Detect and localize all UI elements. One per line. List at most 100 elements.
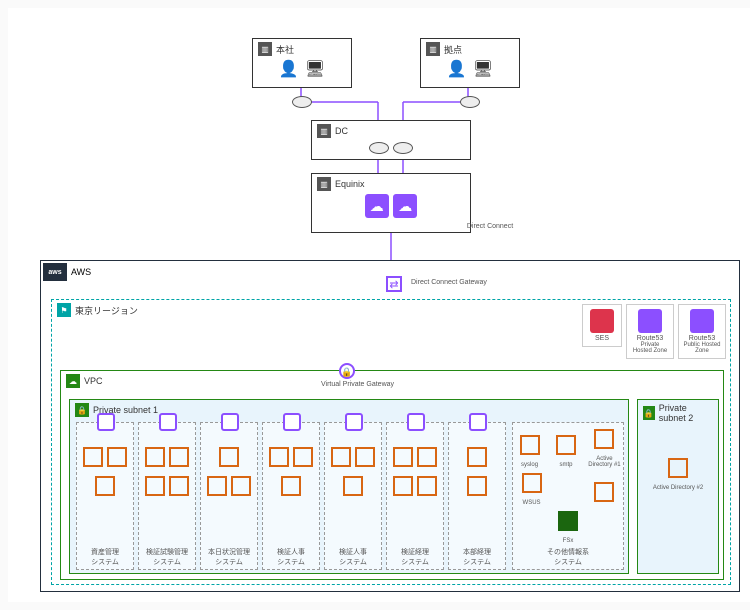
- infra-label: syslog: [514, 462, 546, 468]
- ec2-icon: [343, 476, 363, 496]
- aws-cloud-box: aws AWS ⇄ Direct Connect Gateway ⚑ 東京リージョン…: [40, 260, 740, 592]
- ec2-icon: [467, 476, 487, 496]
- system-group-4: 検証人事 システム: [262, 422, 320, 570]
- ec2-icon: [594, 429, 614, 449]
- private-subnet-2: 🔒 Private subnet 2 Active Directory #2: [637, 399, 719, 574]
- ec2-icon: [95, 476, 115, 496]
- r53-label: Route53: [631, 335, 669, 342]
- system-group-7: 本部経理 システム: [448, 422, 506, 570]
- infra-label: WSUS: [516, 500, 548, 506]
- region-box: ⚑東京リージョン SES Route53Private Hosted Zone …: [51, 299, 731, 585]
- ec2-icon: [594, 482, 614, 502]
- infra-label: Active Directory #2: [638, 485, 718, 491]
- system-label: その他情報系 システム: [513, 547, 623, 567]
- user-icon: 👤: [279, 59, 299, 79]
- ec2-icon: [417, 476, 437, 496]
- ec2-icon: [331, 447, 351, 467]
- system-label: 資産管理 システム: [77, 547, 133, 567]
- vpc-label: VPC: [84, 376, 103, 386]
- elb-icon: [407, 413, 425, 431]
- subnet-icon: 🔒: [643, 406, 655, 420]
- vgw-label: Virtual Private Gateway: [321, 381, 394, 388]
- ses-label: SES: [587, 335, 617, 342]
- r53-label: Route53: [683, 335, 721, 342]
- infra-label: smtp: [550, 462, 582, 468]
- ec2-icon: [145, 476, 165, 496]
- ses-service: SES: [582, 304, 622, 347]
- router-icon: [369, 142, 389, 154]
- ec2-icon: [107, 447, 127, 467]
- elb-icon: [283, 413, 301, 431]
- route53-private: Route53Private Hosted Zone: [626, 304, 674, 359]
- system-group-2: 検証試験管理 システム: [138, 422, 196, 570]
- infra-label: Active Directory #1: [586, 456, 622, 468]
- region-icon: ⚑: [57, 303, 71, 317]
- system-label: 検証人事 システム: [263, 547, 319, 567]
- router-icon: [460, 96, 480, 108]
- r53-sublabel: Private Hosted Zone: [631, 342, 669, 354]
- building-icon: ▥: [317, 124, 331, 138]
- route53-icon: [638, 309, 662, 333]
- ec2-icon: [145, 447, 165, 467]
- infra-label: FSx: [552, 538, 584, 544]
- dxgw-label: Direct Connect Gateway: [411, 279, 487, 286]
- building-icon: ▥: [317, 177, 331, 191]
- building-icon: ▥: [258, 42, 272, 56]
- elb-icon: [97, 413, 115, 431]
- desktop-icon: 🖥: [305, 59, 325, 79]
- ec2-icon: [231, 476, 251, 496]
- region-label: 東京リージョン: [75, 304, 138, 317]
- ec2-icon: [393, 476, 413, 496]
- ec2-icon: [269, 447, 289, 467]
- subnet-icon: 🔒: [75, 403, 89, 417]
- router-icon: [393, 142, 413, 154]
- ec2-icon: [169, 447, 189, 467]
- router-icon: [292, 96, 312, 108]
- building-icon: ▥: [426, 42, 440, 56]
- system-group-1: 資産管理 システム: [76, 422, 134, 570]
- ec2-icon: [668, 458, 688, 478]
- vpc-box: ☁ VPC 🔒 Virtual Private Gateway 🔒 Private …: [60, 370, 724, 580]
- fsx-icon: [558, 511, 578, 531]
- system-label: 検証人事 システム: [325, 547, 381, 567]
- dxgw-icon: ⇄: [386, 276, 402, 292]
- ec2-icon: [522, 473, 542, 493]
- ec2-icon: [83, 447, 103, 467]
- hq-label: 本社: [276, 43, 294, 56]
- dx-icon: ☁: [365, 194, 389, 218]
- system-label: 本日状況管理 システム: [201, 547, 257, 567]
- ec2-icon: [393, 447, 413, 467]
- desktop-icon: 🖥: [473, 59, 493, 79]
- system-label: 検証経理 システム: [387, 547, 443, 567]
- dc-label: DC: [335, 126, 348, 136]
- dx-icon: ☁: [393, 194, 417, 218]
- route53-icon: [690, 309, 714, 333]
- elb-icon: [221, 413, 239, 431]
- ec2-icon: [520, 435, 540, 455]
- vpc-icon: ☁: [66, 374, 80, 388]
- system-label: 本部経理 システム: [449, 547, 505, 567]
- ec2-icon: [417, 447, 437, 467]
- branch-label: 拠点: [444, 43, 462, 56]
- aws-logo-icon: aws: [43, 263, 67, 281]
- system-group-3: 本日状況管理 システム: [200, 422, 258, 570]
- ses-icon: [590, 309, 614, 333]
- system-group-6: 検証経理 システム: [386, 422, 444, 570]
- elb-icon: [469, 413, 487, 431]
- dx-label: Direct Connect: [460, 223, 520, 230]
- ec2-icon: [293, 447, 313, 467]
- ec2-icon: [281, 476, 301, 496]
- elb-icon: [159, 413, 177, 431]
- architecture-diagram: ▥ 本社 👤 🖥 ▥ 拠点 👤 🖥 ▥ DC ▥Equinix ☁ ☁ Direct Co…: [8, 8, 750, 602]
- system-group-5: 検証人事 システム: [324, 422, 382, 570]
- ec2-icon: [207, 476, 227, 496]
- ec2-icon: [467, 447, 487, 467]
- subnet2-label: Private subnet 2: [659, 403, 713, 423]
- branch-box: ▥ 拠点 👤 🖥: [420, 38, 520, 88]
- aws-label: AWS: [71, 267, 91, 277]
- equinix-box: ▥Equinix ☁ ☁ Direct Connect: [311, 173, 471, 233]
- user-icon: 👤: [447, 59, 467, 79]
- ec2-icon: [169, 476, 189, 496]
- r53-sublabel: Public Hosted Zone: [683, 342, 721, 354]
- route53-public: Route53Public Hosted Zone: [678, 304, 726, 359]
